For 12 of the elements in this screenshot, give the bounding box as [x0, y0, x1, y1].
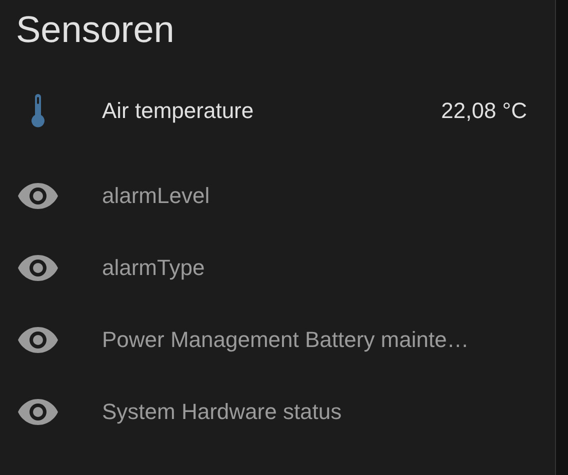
entity-name[interactable]: alarmType	[102, 255, 527, 281]
eye-icon	[18, 399, 58, 425]
entity-name[interactable]: alarmLevel	[102, 183, 527, 209]
eye-icon	[18, 183, 58, 209]
thermometer-icon	[31, 94, 45, 128]
entity-state: 22,08 °C	[441, 98, 527, 124]
card-title: Sensoren	[15, 8, 176, 52]
entity-name[interactable]: Power Management Battery mainte…	[102, 327, 527, 353]
eye-icon	[18, 327, 58, 353]
entity-name[interactable]: System Hardware status	[102, 399, 527, 425]
entity-name[interactable]: Air temperature	[102, 98, 442, 124]
eye-icon	[18, 255, 58, 281]
